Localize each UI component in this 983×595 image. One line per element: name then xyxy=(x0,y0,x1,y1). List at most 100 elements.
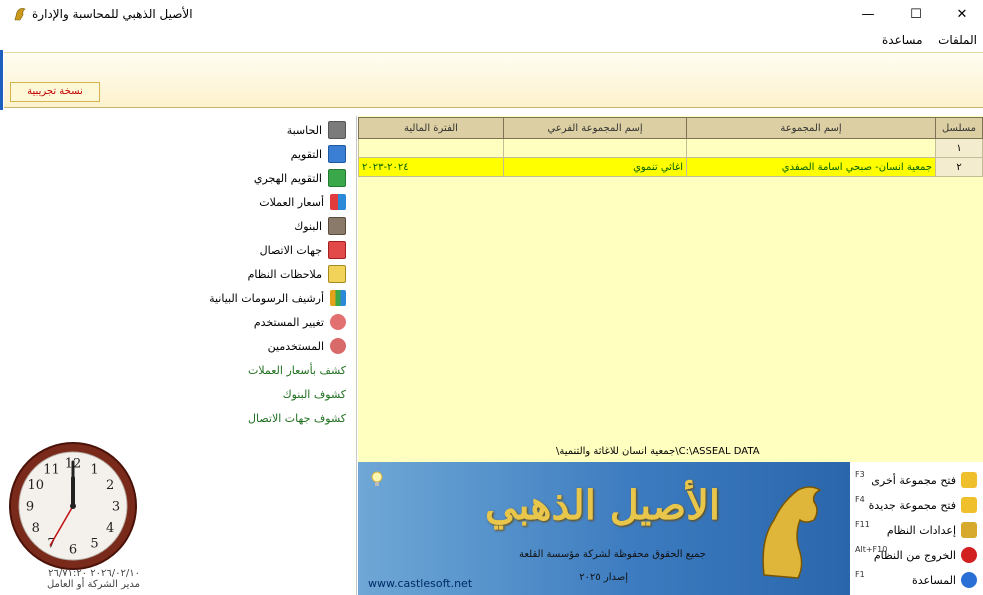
cell-group-name[interactable] xyxy=(686,138,936,158)
nav-item-system-notes[interactable]: ملاحظات النظام xyxy=(248,264,346,284)
clock-number: 8 xyxy=(32,521,40,536)
menu-files[interactable]: الملفات xyxy=(932,30,983,50)
version-text: إصدار ٢٠٢٥ xyxy=(579,572,628,583)
clock-number: 10 xyxy=(28,478,45,493)
clock-number: 3 xyxy=(112,500,120,515)
change-user-icon xyxy=(330,314,346,330)
report-link-contacts[interactable]: كشوف جهات الاتصال xyxy=(248,408,346,428)
shortcut-key: F11 xyxy=(855,520,870,529)
close-button[interactable]: ✕ xyxy=(939,0,983,30)
column-header-fiscal-period[interactable]: الفترة المالية xyxy=(358,117,504,139)
new-folder-icon xyxy=(961,497,977,513)
system-settings-button[interactable]: إعدادات النظام xyxy=(887,520,977,540)
nav-item-banks[interactable]: البنوك xyxy=(294,216,346,236)
action-label: فتح مجموعة أخرى xyxy=(871,473,956,487)
nav-item-label: الحاسبة xyxy=(286,123,322,137)
nav-item-charts-archive[interactable]: أرشيف الرسومات البيانية xyxy=(209,288,346,308)
copyright-text: جميع الحقوق محفوظة لشركة مؤسسة القلعة xyxy=(519,549,706,560)
nav-item-label: المستخدمين xyxy=(267,339,324,353)
actions-panel: فتح مجموعة أخرى F3 فتح مجموعة جديدة F4 إ… xyxy=(850,462,983,595)
ribbon-bar xyxy=(4,52,983,108)
nav-item-label: تغيير المستخدم xyxy=(253,315,324,329)
charts-archive-icon xyxy=(330,290,346,306)
nav-item-calculator[interactable]: الحاسبة xyxy=(287,120,346,140)
nav-item-hijri-calendar[interactable]: التقويم الهجري xyxy=(254,168,346,188)
shortcut-key: F3 xyxy=(855,470,865,479)
users-icon xyxy=(330,338,346,354)
action-label: إعدادات النظام xyxy=(886,523,956,537)
nav-item-label: البنوك xyxy=(294,219,322,233)
window-title: الأصيل الذهبي للمحاسبة والإدارة xyxy=(32,7,193,21)
clock-number: 11 xyxy=(43,462,60,477)
lightbulb-icon xyxy=(371,471,383,486)
trial-version-badge: نسخة تجريبية xyxy=(10,82,100,102)
open-other-group-button[interactable]: فتح مجموعة أخرى xyxy=(871,470,977,490)
nav-item-calendar[interactable]: التقويم xyxy=(291,144,346,164)
nav-item-users[interactable]: المستخدمين xyxy=(268,336,346,356)
status-date: ٢٠٢٦/٠٢/١٠ ٢٦/٧١:٢٠ xyxy=(48,568,140,579)
action-label: المساعدة xyxy=(911,573,956,587)
help-icon xyxy=(961,572,977,588)
nav-item-currency-rates[interactable]: أسعار العملات xyxy=(259,192,346,212)
clock-number: 4 xyxy=(106,521,114,536)
column-header-group-name[interactable]: إسم المجموعة xyxy=(686,117,936,139)
clock-number: 5 xyxy=(90,537,98,552)
cell-subgroup-name[interactable] xyxy=(503,138,687,158)
clock-number: 6 xyxy=(69,543,77,558)
power-icon xyxy=(961,547,977,563)
title-bar: الأصيل الذهبي للمحاسبة والإدارة — ☐ ✕ xyxy=(0,0,983,30)
nav-item-change-user[interactable]: تغيير المستخدم xyxy=(254,312,346,332)
cell-subgroup-name[interactable]: اغاثي تنموي xyxy=(503,157,687,177)
clock-number: 1 xyxy=(90,462,98,477)
shortcut-key: Alt+F10 xyxy=(855,545,888,554)
groups-grid-panel: مسلسل إسم المجموعة إسم المجموعة الفرعي ا… xyxy=(358,116,983,462)
horse-logo-icon xyxy=(762,486,822,579)
cell-serial[interactable]: ١ xyxy=(935,138,983,158)
cell-fiscal-period[interactable]: ٢٠٢٤-٢٠٢٣ xyxy=(358,157,504,177)
cell-fiscal-period[interactable] xyxy=(358,138,504,158)
report-link-currency-rates[interactable]: كشف بأسعار العملات xyxy=(248,360,346,380)
column-header-subgroup-name[interactable]: إسم المجموعة الفرعي xyxy=(503,117,687,139)
app-logo-icon xyxy=(14,8,26,21)
analog-clock: 123456789101112 xyxy=(9,442,137,570)
calendar-icon xyxy=(328,145,346,163)
status-user-role: مدير الشركة أو العامل xyxy=(46,579,140,590)
nav-item-label: أرشيف الرسومات البيانية xyxy=(209,291,324,305)
column-header-serial[interactable]: مسلسل xyxy=(935,117,983,139)
shortcut-key: F4 xyxy=(855,495,865,504)
nav-item-label: ملاحظات النظام xyxy=(247,267,322,281)
help-button[interactable]: المساعدة xyxy=(912,570,977,590)
action-label: فتح مجموعة جديدة xyxy=(868,498,956,512)
table-row-selected[interactable]: ٢ جمعية انسان- صبحي اسامة الصفدي اغاثي ت… xyxy=(358,157,983,177)
currency-icon xyxy=(330,194,346,210)
clock-number: 2 xyxy=(106,478,114,493)
groups-table: مسلسل إسم المجموعة إسم المجموعة الفرعي ا… xyxy=(358,117,983,177)
report-link-banks[interactable]: كشوف البنوك xyxy=(283,384,346,404)
cell-serial[interactable]: ٢ xyxy=(935,157,983,177)
menu-help[interactable]: مساعدة xyxy=(876,30,929,50)
nav-item-label: التقويم الهجري xyxy=(253,171,322,185)
menu-bar: الملفات مساعدة xyxy=(0,30,983,50)
data-path-label: C:\ASSEAL DATA\جمعية انسان للاغاثة والتن… xyxy=(556,446,760,457)
window-edge-accent xyxy=(0,50,3,110)
open-folder-icon xyxy=(961,472,977,488)
bank-icon xyxy=(328,217,346,235)
nav-item-label: التقويم xyxy=(290,147,322,161)
status-footer: ٢٠٢٦/٠٢/١٠ ٢٦/٧١:٢٠ مدير الشركة أو العام… xyxy=(0,568,140,590)
cell-group-name[interactable]: جمعية انسان- صبحي اسامة الصفدي xyxy=(686,157,936,177)
clock-number: 9 xyxy=(26,500,34,515)
table-row[interactable]: ١ xyxy=(358,138,983,158)
maximize-button[interactable]: ☐ xyxy=(893,0,939,30)
nav-item-contacts[interactable]: جهات الاتصال xyxy=(260,240,346,260)
website-link[interactable]: www.castlesoft.net xyxy=(368,577,472,590)
minimize-button[interactable]: — xyxy=(845,0,891,30)
product-banner: الأصيل الذهبي جميع الحقوق محفوظة لشركة م… xyxy=(358,462,850,595)
brand-logo-text: الأصيل الذهبي xyxy=(485,482,720,529)
shortcut-key: F1 xyxy=(855,570,865,579)
nav-item-label: أسعار العملات xyxy=(259,195,324,209)
notes-icon xyxy=(328,265,346,283)
exit-system-button[interactable]: الخروج من النظام xyxy=(874,545,977,565)
hijri-calendar-icon xyxy=(328,169,346,187)
open-new-group-button[interactable]: فتح مجموعة جديدة xyxy=(869,495,977,515)
calculator-icon xyxy=(328,121,346,139)
